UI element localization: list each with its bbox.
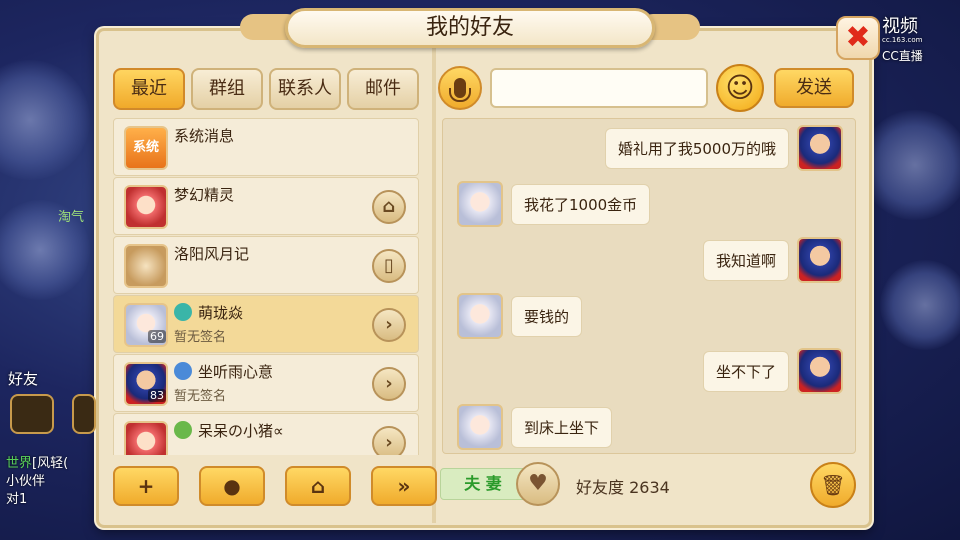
avatar bbox=[457, 181, 503, 227]
chat-channel: 世界 bbox=[6, 456, 33, 471]
scroll-icon bbox=[124, 244, 168, 288]
player-name-label: 淘气 bbox=[58, 210, 85, 225]
avatar bbox=[124, 185, 168, 229]
watermark: 视频 cc.163.com CC直播 bbox=[882, 12, 923, 65]
voice-icon[interactable] bbox=[72, 394, 96, 434]
message-row: 到床上坐下 bbox=[457, 404, 613, 450]
friend-side-label[interactable]: 好友 bbox=[8, 368, 38, 389]
watermark-sub: cc.163.com bbox=[882, 36, 923, 44]
chat-line-3: 对1 bbox=[6, 492, 28, 507]
message-bubble: 坐不下了 bbox=[702, 350, 789, 392]
chat-line-2: 小伙伴 bbox=[6, 474, 46, 489]
message-row: 坐不下了 bbox=[702, 348, 843, 394]
home-icon[interactable]: ⌂ bbox=[372, 190, 406, 224]
message-bubble: 我花了1000金币 bbox=[511, 183, 651, 225]
contact-name: 坐听雨心意 bbox=[198, 363, 274, 381]
contact-list[interactable]: 系统 系统消息 梦幻精灵 ⌂ 洛阳风月记 ▯ 69 萌珑焱 暂无签名 › 83 … bbox=[113, 118, 419, 455]
contact-name: 呆呆の小猪∝ bbox=[198, 422, 284, 440]
school-icon bbox=[174, 362, 192, 380]
contact-signature: 暂无签名 bbox=[174, 330, 227, 345]
level-badge: 83 bbox=[148, 389, 166, 402]
contact-name: 萌珑焱 bbox=[198, 304, 244, 322]
message-row: 我花了1000金币 bbox=[457, 181, 651, 227]
tab-bar: 最近 群组 联系人 邮件 bbox=[113, 68, 419, 110]
close-button[interactable]: ✖ bbox=[836, 16, 880, 60]
message-bubble: 婚礼用了我5000万的哦 bbox=[604, 127, 789, 169]
microphone-icon bbox=[449, 78, 471, 102]
avatar bbox=[124, 421, 168, 455]
avatar bbox=[797, 237, 843, 283]
send-button[interactable]: 发送 bbox=[774, 68, 854, 108]
watermark-top: 视频 bbox=[882, 16, 918, 37]
favor-label: 好友度 bbox=[576, 478, 625, 497]
emoji-icon[interactable]: ☺ bbox=[716, 64, 764, 112]
chevron-right-icon[interactable]: › bbox=[372, 308, 406, 342]
message-bubble: 要钱的 bbox=[511, 295, 583, 337]
tab-contacts[interactable]: 联系人 bbox=[269, 68, 341, 110]
contact-name: 洛阳风月记 bbox=[174, 245, 250, 263]
book-icon[interactable]: ▯ bbox=[372, 249, 406, 283]
close-x-icon: ✖ bbox=[845, 20, 871, 55]
avatar bbox=[457, 293, 503, 339]
double-chevron-icon[interactable]: » bbox=[371, 466, 437, 506]
game-side-hud: 淘气 好友 世界[风轻( 小伙伴 对1 bbox=[0, 0, 96, 540]
list-item[interactable]: 83 坐听雨心意 暂无签名 › bbox=[113, 354, 419, 412]
avatar bbox=[797, 348, 843, 394]
world-chat: 世界[风轻( 小伙伴 对1 bbox=[6, 455, 68, 509]
message-bubble: 我知道啊 bbox=[702, 239, 789, 281]
avatar bbox=[457, 404, 503, 450]
level-badge: 69 bbox=[148, 330, 166, 343]
system-icon: 系统 bbox=[124, 126, 168, 170]
background-orb bbox=[860, 110, 960, 220]
avatar bbox=[797, 125, 843, 171]
window-title: 我的好友 bbox=[285, 8, 655, 48]
list-item[interactable]: 系统 系统消息 bbox=[113, 118, 419, 176]
message-row: 婚礼用了我5000万的哦 bbox=[604, 125, 843, 171]
school-icon bbox=[174, 303, 192, 321]
relationship-bar: 夫 妻 ♥ 好友度 2634 🗑 bbox=[440, 462, 856, 508]
contact-name: 系统消息 bbox=[174, 127, 235, 145]
list-item[interactable]: 梦幻精灵 ⌂ bbox=[113, 177, 419, 235]
chevron-right-icon[interactable]: › bbox=[372, 367, 406, 401]
chevron-right-icon[interactable]: › bbox=[372, 426, 406, 455]
watermark-brand: CC直播 bbox=[882, 49, 923, 63]
list-item[interactable]: 呆呆の小猪∝ › bbox=[113, 413, 419, 455]
tab-mail[interactable]: 邮件 bbox=[347, 68, 419, 110]
home-icon[interactable]: ⌂ bbox=[285, 466, 351, 506]
chat-bubble-icon[interactable] bbox=[10, 394, 54, 434]
list-item[interactable]: 69 萌珑焱 暂无签名 › bbox=[113, 295, 419, 353]
favor-display: 好友度 2634 bbox=[576, 474, 670, 498]
message-input[interactable] bbox=[490, 68, 708, 108]
chat-text: [风轻( bbox=[32, 456, 69, 471]
contact-signature: 暂无签名 bbox=[174, 389, 227, 404]
background-orb bbox=[880, 260, 960, 350]
speech-bubble-icon[interactable]: ● bbox=[199, 466, 265, 506]
favor-value: 2634 bbox=[629, 478, 670, 497]
panel-divider bbox=[432, 45, 436, 523]
voice-input-button[interactable] bbox=[438, 66, 482, 110]
message-bubble: 到床上坐下 bbox=[511, 406, 613, 448]
list-item[interactable]: 洛阳风月记 ▯ bbox=[113, 236, 419, 294]
message-row: 要钱的 bbox=[457, 293, 583, 339]
school-icon bbox=[174, 421, 192, 439]
chat-history[interactable]: 婚礼用了我5000万的哦 我花了1000金币 我知道啊 要钱的 坐不下了 到床上… bbox=[442, 118, 856, 454]
relationship-badge: 夫 妻 bbox=[440, 468, 526, 500]
contact-name: 梦幻精灵 bbox=[174, 186, 235, 204]
trash-icon[interactable]: 🗑 bbox=[810, 462, 856, 508]
add-person-icon[interactable]: + bbox=[113, 466, 179, 506]
message-row: 我知道啊 bbox=[702, 237, 843, 283]
heart-icon[interactable]: ♥ bbox=[516, 462, 560, 506]
tab-recent[interactable]: 最近 bbox=[113, 68, 185, 110]
list-actions: + ● ⌂ » bbox=[113, 466, 437, 506]
tab-groups[interactable]: 群组 bbox=[191, 68, 263, 110]
